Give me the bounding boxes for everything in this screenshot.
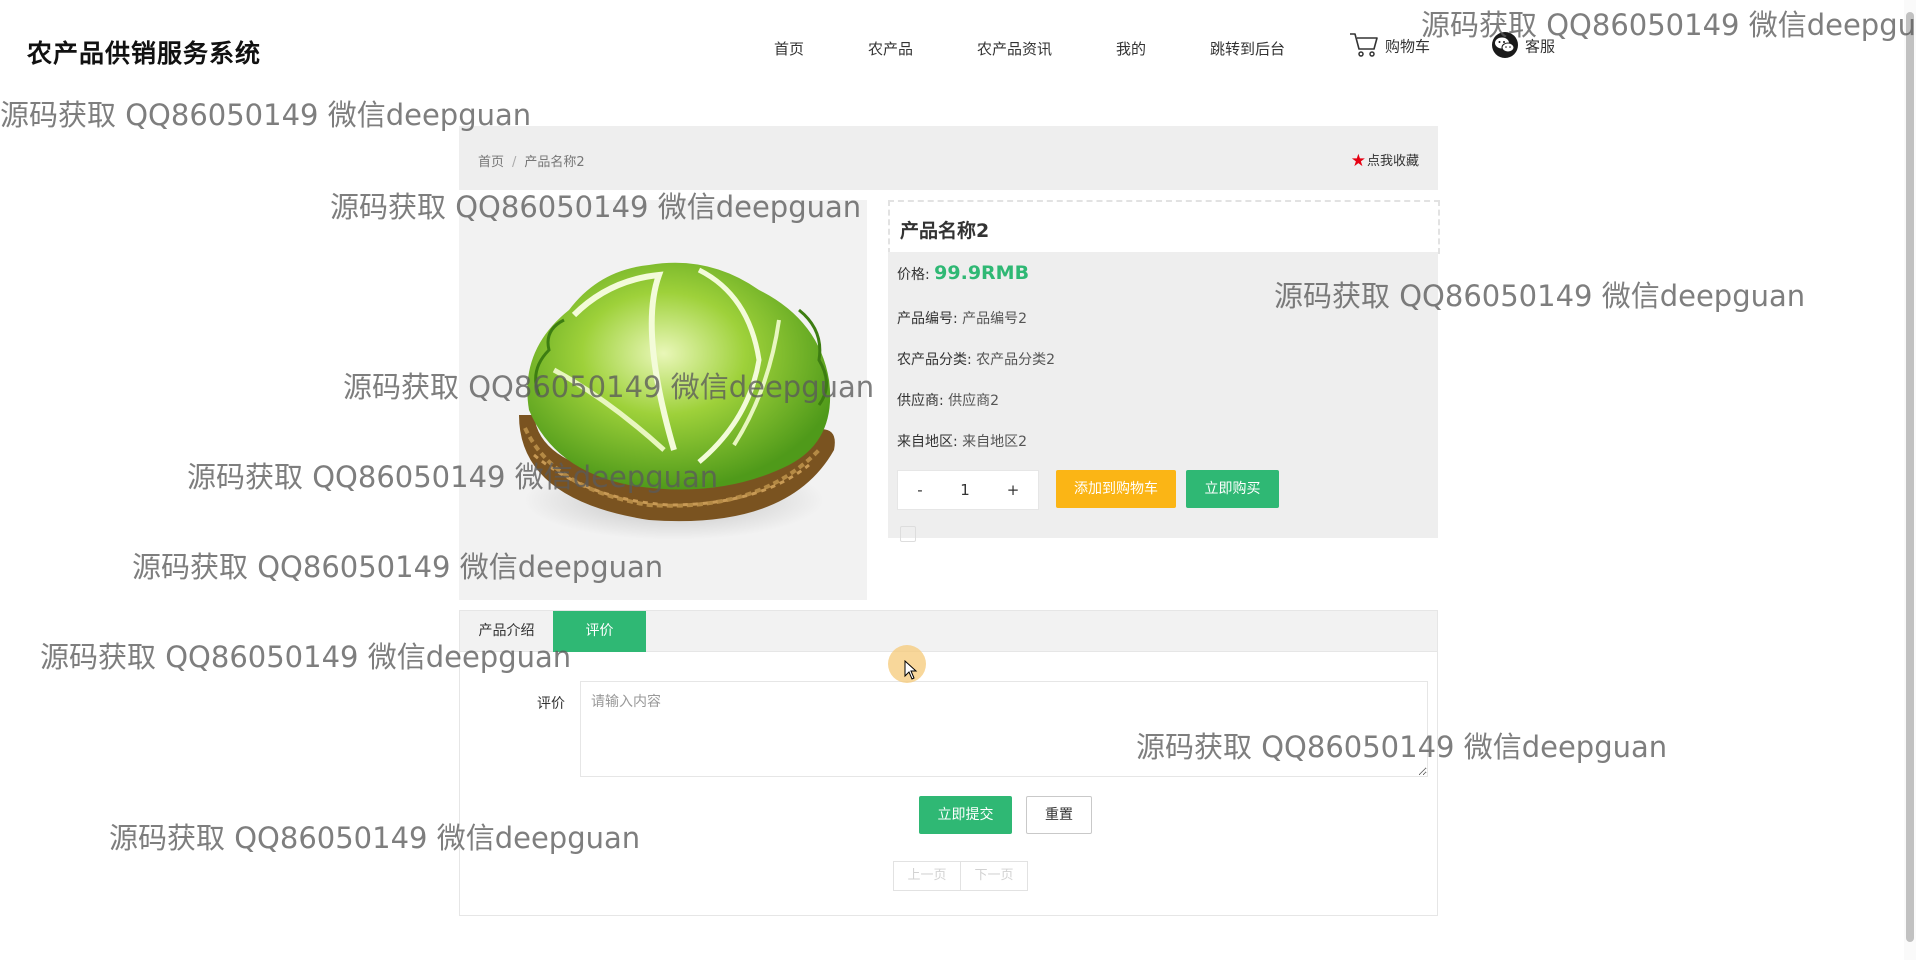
submit-button[interactable]: 立即提交 <box>919 796 1012 834</box>
pagination: 上一页 下一页 <box>893 861 1028 891</box>
lettuce-basket-image <box>519 262 835 540</box>
product-image <box>459 200 867 600</box>
quantity-increment-button[interactable]: + <box>988 471 1038 509</box>
product-info: 价格: 99.9RMB 产品编号: 产品编号2 农产品分类: 农产品分类2 供应… <box>888 252 1438 542</box>
product-title-box: 产品名称2 <box>888 200 1440 254</box>
supplier-row: 供应商: 供应商2 <box>897 390 999 410</box>
tab-product-intro[interactable]: 产品介绍 <box>460 611 553 652</box>
category-label: 农产品分类: <box>897 352 972 368</box>
scrollbar-thumb[interactable] <box>1906 12 1914 942</box>
next-page-button[interactable]: 下一页 <box>961 862 1027 890</box>
watermark: 源码获取 QQ86050149 微信deepguan <box>0 98 532 132</box>
breadcrumb-bar: 首页 / 产品名称2 ★点我收藏 <box>459 126 1438 190</box>
star-icon: ★ <box>1350 151 1366 171</box>
prev-page-button[interactable]: 上一页 <box>894 862 961 890</box>
breadcrumb-separator: / <box>512 155 517 170</box>
review-label: 评价 <box>537 696 565 712</box>
nav-products[interactable]: 农产品 <box>868 38 913 59</box>
nav-home[interactable]: 首页 <box>774 38 804 59</box>
breadcrumb-current: 产品名称2 <box>524 155 585 170</box>
nav-news[interactable]: 农产品资讯 <box>977 38 1052 59</box>
faint-checkbox[interactable] <box>900 526 916 542</box>
supplier-label: 供应商: <box>897 393 944 409</box>
quantity-stepper: - 1 + <box>897 470 1039 510</box>
product-code-label: 产品编号: <box>897 311 958 327</box>
breadcrumb-home[interactable]: 首页 <box>478 155 504 170</box>
review-textarea[interactable] <box>580 681 1428 777</box>
origin-label: 来自地区: <box>897 434 958 450</box>
product-code-row: 产品编号: 产品编号2 <box>897 308 1027 328</box>
price-row: 价格: 99.9RMB <box>897 262 1029 284</box>
nav-admin[interactable]: 跳转到后台 <box>1210 38 1285 59</box>
nav-customer-service-label: 客服 <box>1525 37 1556 56</box>
quantity-decrement-button[interactable]: - <box>898 471 942 509</box>
nav-cart-label: 购物车 <box>1385 37 1431 56</box>
origin-row: 来自地区: 来自地区2 <box>897 431 1027 451</box>
breadcrumb: 首页 / 产品名称2 <box>478 151 585 170</box>
favorite-button[interactable]: ★点我收藏 <box>1351 150 1419 171</box>
price-value: 99.9RMB <box>934 262 1030 284</box>
reset-button[interactable]: 重置 <box>1026 796 1092 834</box>
add-to-cart-button[interactable]: 添加到购物车 <box>1056 470 1176 508</box>
price-label: 价格: <box>897 267 930 283</box>
buy-now-button[interactable]: 立即购买 <box>1186 470 1279 508</box>
nav-cart[interactable]: 购物车 <box>1349 32 1430 62</box>
supplier-value: 供应商2 <box>948 393 1000 409</box>
page-scrollbar[interactable] <box>1904 0 1916 960</box>
product-code-value: 产品编号2 <box>962 311 1028 327</box>
nav-customer-service[interactable]: 客服 <box>1491 32 1555 62</box>
quantity-input[interactable]: 1 <box>942 471 988 509</box>
tab-review[interactable]: 评价 <box>553 611 646 652</box>
origin-value: 来自地区2 <box>962 434 1028 450</box>
nav-mine[interactable]: 我的 <box>1116 38 1146 59</box>
tab-bar: 产品介绍 评价 <box>460 611 1437 652</box>
wechat-icon <box>1491 32 1519 62</box>
cart-icon <box>1349 32 1379 62</box>
category-value: 农产品分类2 <box>976 352 1056 368</box>
category-row: 农产品分类: 农产品分类2 <box>897 349 1055 369</box>
top-nav: 首页 农产品 农产品资讯 我的 跳转到后台 购物车 客服 <box>0 32 1916 62</box>
product-name: 产品名称2 <box>900 220 990 242</box>
favorite-label: 点我收藏 <box>1366 154 1419 169</box>
mouse-cursor-icon <box>904 659 918 684</box>
tab-section: 产品介绍 评价 评价 立即提交 重置 上一页 下一页 <box>459 610 1438 916</box>
